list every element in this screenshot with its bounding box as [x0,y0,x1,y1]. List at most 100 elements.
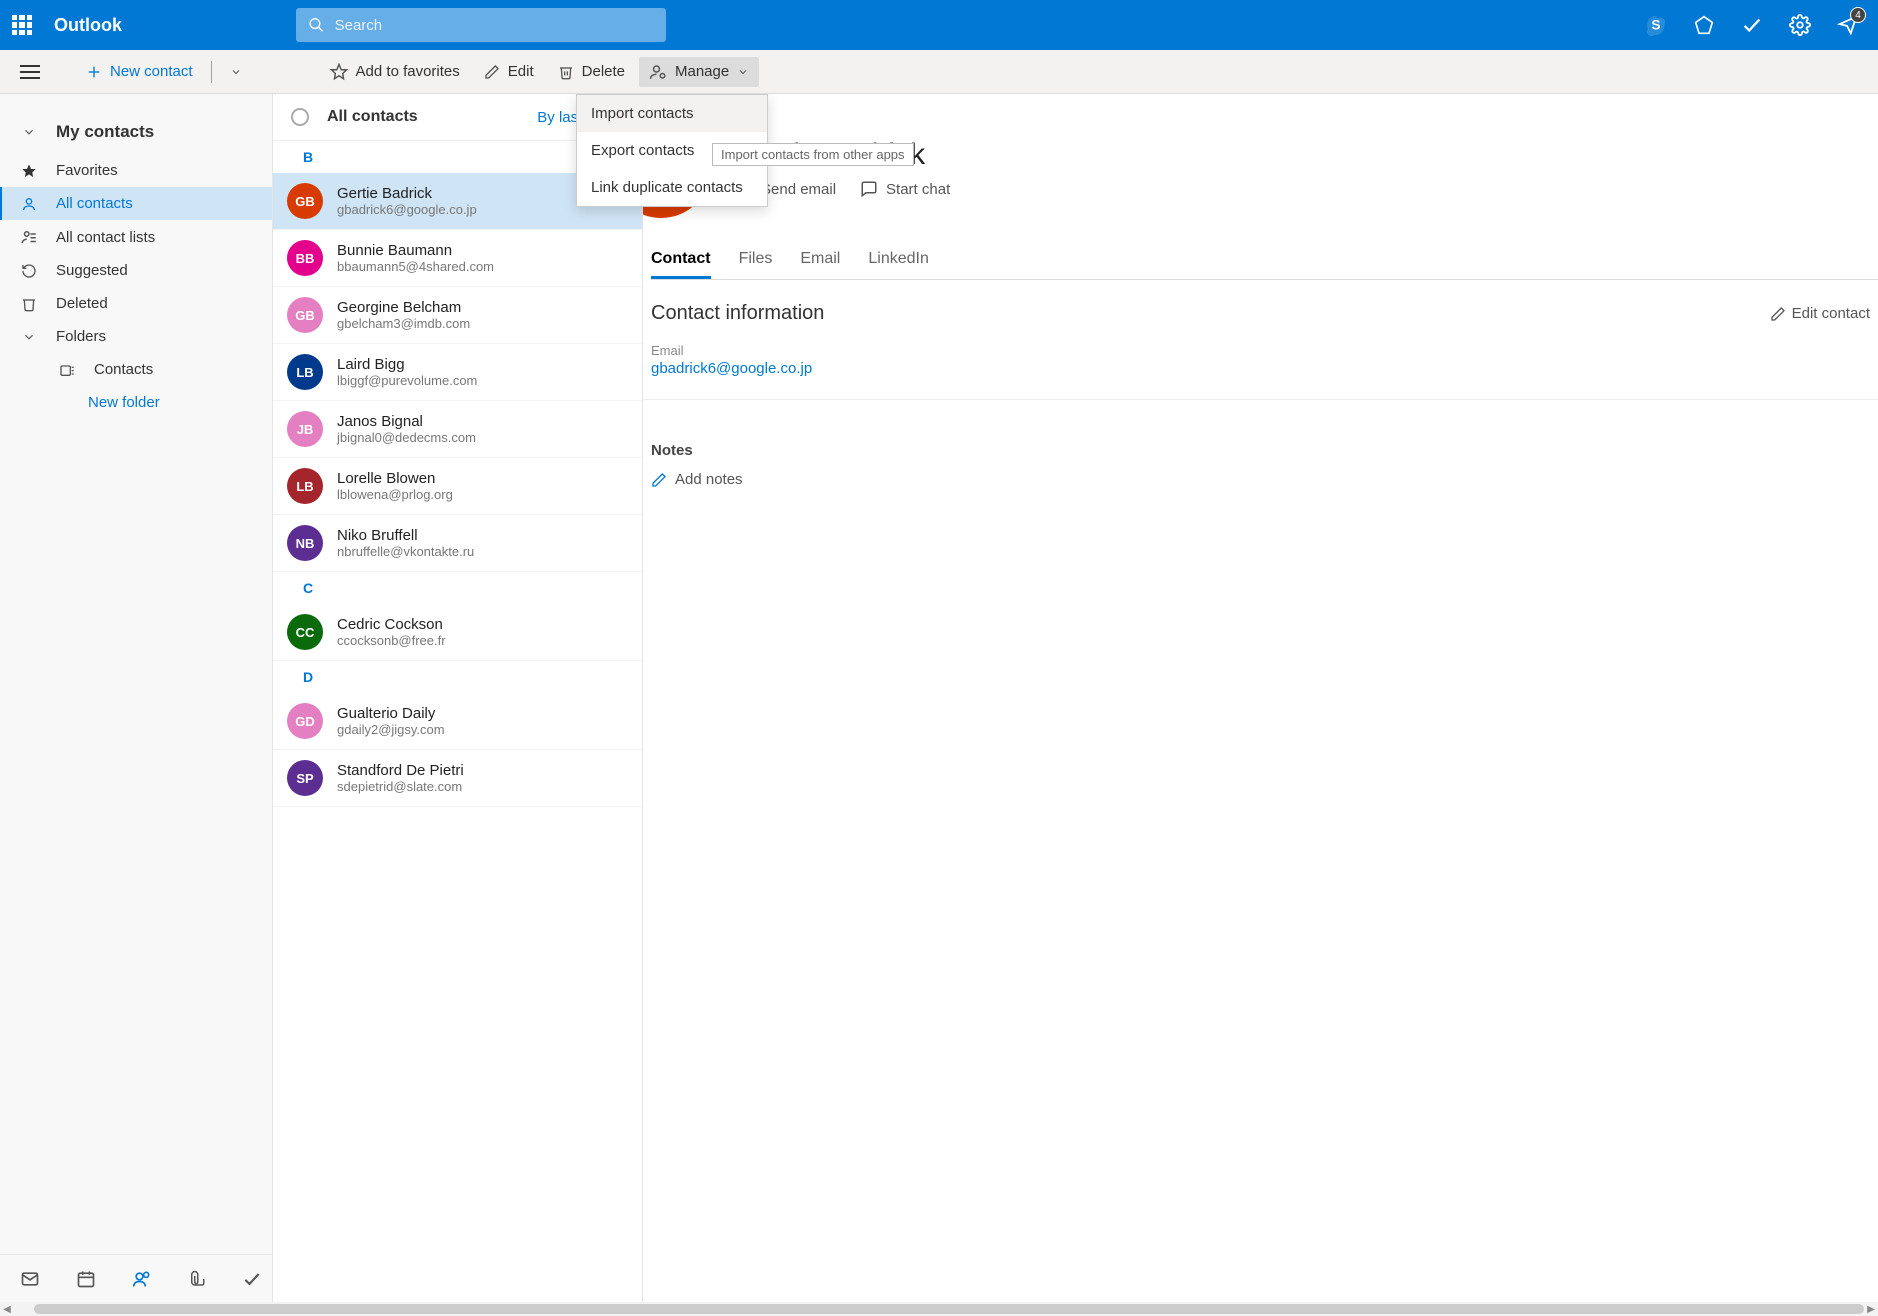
add-notes-link[interactable]: Add notes [651,471,1870,488]
chevron-down-icon [22,125,36,139]
history-icon [21,263,37,279]
mail-module-icon[interactable] [20,1269,40,1289]
notes-label: Notes [651,442,1870,459]
delete-label: Delete [582,63,625,80]
module-rail [0,1254,272,1302]
tab-email[interactable]: Email [800,242,840,279]
menu-link-duplicates[interactable]: Link duplicate contacts [577,169,767,206]
people-module-icon[interactable] [132,1269,152,1289]
settings-icon[interactable] [1788,13,1812,37]
nav-my-contacts[interactable]: My contacts [0,112,272,154]
avatar: GB [287,183,323,219]
add-notes-label: Add notes [675,471,743,488]
contact-email: gbelcham3@imdb.com [337,316,470,331]
app-launcher-icon[interactable] [10,13,34,37]
chevron-down-icon [737,66,749,78]
send-email-label: Send email [761,181,836,198]
section-letter[interactable]: C [273,572,642,604]
avatar: GB [287,297,323,333]
email-field-value[interactable]: gbadrick6@google.co.jp [651,360,1870,377]
contact-row[interactable]: LBLorelle Blowenlblowena@prlog.org [273,458,642,515]
notifications-icon[interactable]: 4 [1836,13,1860,37]
tab-contact[interactable]: Contact [651,242,711,279]
command-bar: New contact Add to favorites Edit Delete… [0,50,1878,94]
import-tooltip: Import contacts from other apps [712,143,914,166]
nav-folders[interactable]: Folders [0,320,272,353]
contact-row[interactable]: NBNiko Bruffellnbruffelle@vkontakte.ru [273,515,642,572]
nav-deleted[interactable]: Deleted [0,287,272,320]
menu-import-contacts[interactable]: Import contacts [577,95,767,132]
nav-favorites[interactable]: Favorites [0,154,272,187]
nav-all-lists[interactable]: All contact lists [0,220,272,254]
contact-email: ccocksonb@free.fr [337,633,446,648]
email-field-label: Email [651,343,1870,358]
person-settings-icon [649,63,667,81]
contact-list: All contacts By last name BGBGertie Badr… [273,94,643,1302]
nav-label: Contacts [94,361,153,378]
contacts-folder-icon [59,362,75,378]
contact-row[interactable]: GB Georgine Belchamgbelcham3@imdb.com [273,287,642,344]
section-letter[interactable]: D [273,661,642,693]
contact-row[interactable]: JBJanos Bignaljbignal0@dedecms.com [273,401,642,458]
new-contact-button[interactable]: New contact [76,57,203,86]
tab-linkedin[interactable]: LinkedIn [868,242,929,279]
edit-contact-link[interactable]: Edit contact [1770,305,1870,322]
edit-button[interactable]: Edit [474,57,544,86]
left-nav: My contacts Favorites All contacts All c… [0,94,273,1302]
contact-row[interactable]: GDGualterio Dailygdaily2@jigsy.com [273,693,642,750]
select-all-checkbox[interactable] [291,108,309,126]
manage-label: Manage [675,63,729,80]
detail-panel: GB Gertie Badrick Send email Start chat … [643,94,1878,1302]
trash-icon [21,296,37,312]
nav-label: All contact lists [56,229,155,246]
app-name: Outlook [54,15,122,36]
add-favorites-button[interactable]: Add to favorites [320,57,470,87]
new-contact-dropdown[interactable] [220,60,252,84]
detail-tabs: Contact Files Email LinkedIn [651,228,1878,280]
skype-icon[interactable]: S [1644,13,1668,37]
trash-icon [558,64,574,80]
search-box[interactable] [296,8,666,42]
nav-label: Deleted [56,295,108,312]
contact-row[interactable]: SPStandford De Pietrisdepietrid@slate.co… [273,750,642,807]
contact-email: nbruffelle@vkontakte.ru [337,544,474,559]
start-chat-action[interactable]: Start chat [860,180,950,198]
nav-suggested[interactable]: Suggested [0,254,272,287]
star-icon [330,63,348,81]
list-title: All contacts [327,108,418,126]
delete-button[interactable]: Delete [548,57,635,86]
horizontal-scrollbar[interactable]: ◀ ▶ [0,1302,1878,1316]
contact-row[interactable]: BBBunnie Baumannbbaumann5@4shared.com [273,230,642,287]
calendar-module-icon[interactable] [76,1269,96,1289]
menu-toggle-icon[interactable] [20,65,40,79]
new-contact-label: New contact [110,63,193,80]
search-icon [308,16,325,34]
tasks-icon[interactable] [1740,13,1764,37]
list-body[interactable]: BGBGertie Badrickgbadrick6@google.co.jpB… [273,141,642,1302]
nav-contacts-folder[interactable]: Contacts [0,353,272,386]
files-module-icon[interactable] [188,1269,206,1289]
star-icon [21,163,37,179]
search-input[interactable] [335,17,654,34]
chevron-down-icon [22,330,36,344]
nav-all-contacts[interactable]: All contacts [0,187,272,220]
contact-info-title: Contact information [651,302,824,325]
chat-icon [860,180,878,198]
new-folder-link[interactable]: New folder [0,386,272,419]
pencil-icon [484,64,500,80]
contact-name: Georgine Belcham [337,299,470,316]
manage-button[interactable]: Manage [639,57,759,87]
todo-module-icon[interactable] [242,1269,262,1289]
main-area: Import contacts Export contacts Link dup… [0,94,1878,1302]
pencil-icon [651,472,667,488]
contact-row[interactable]: CCCedric Cocksonccocksonb@free.fr [273,604,642,661]
avatar: CC [287,614,323,650]
people-list-icon [20,228,38,246]
add-favorites-label: Add to favorites [356,63,460,80]
edit-label: Edit [508,63,534,80]
start-chat-label: Start chat [886,181,950,198]
contact-row[interactable]: LBLaird Bigglbiggf@purevolume.com [273,344,642,401]
premium-icon[interactable] [1692,13,1716,37]
tab-files[interactable]: Files [739,242,773,279]
nav-label: My contacts [56,122,154,142]
